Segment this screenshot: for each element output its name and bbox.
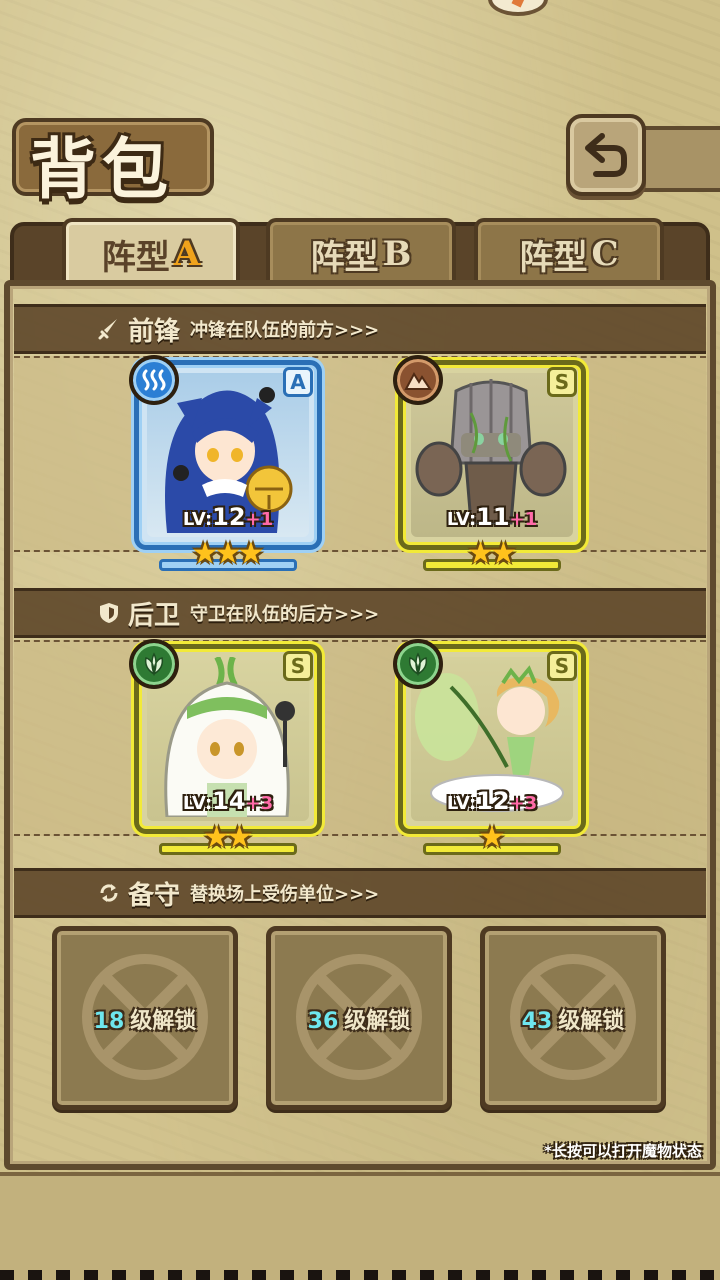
tab-letter: C — [591, 234, 619, 274]
rank-badge: S — [547, 367, 577, 397]
unit-level: LV:12+3 — [446, 787, 538, 815]
bottom-border — [0, 1172, 720, 1280]
unlock-requirement: 36 级解锁 — [307, 1009, 411, 1034]
tab-letter: A — [173, 234, 201, 274]
tab-label: 阵型 — [101, 237, 170, 278]
shield-icon — [96, 600, 122, 626]
nature-element-icon — [129, 639, 179, 689]
section-title: 前锋 — [128, 316, 181, 347]
tab-label: 阵型 — [519, 237, 588, 278]
section-header-reserve: 备守 替换场上受伤单位>>> — [14, 868, 706, 918]
section-title: 备守 — [128, 880, 181, 911]
rank-badge: A — [283, 367, 313, 397]
unit-card-2[interactable]: S LV:11+1 ★ ★ — [393, 355, 586, 571]
star-icon: ★ — [237, 536, 265, 571]
reserve-slot-2[interactable]: 36 级解锁 — [266, 926, 452, 1110]
unit-card-3[interactable]: S LV:14+3 ★ ★ — [129, 639, 322, 855]
rank-badge: S — [547, 651, 577, 681]
unit-level: LV:11+1 — [446, 503, 538, 531]
section-header-front: 前锋 冲锋在队伍的前方>>> — [14, 304, 706, 354]
star-icon: ★ — [490, 536, 517, 571]
long-press-hint: *长按可以打开魔物状态 — [544, 1142, 702, 1160]
tab-formation-a[interactable]: 阵型 A — [62, 218, 240, 286]
unit-level: LV:12+1 — [182, 503, 274, 531]
star-icon: ★ — [478, 820, 506, 855]
section-header-rear: 后卫 守卫在队伍的后方>>> — [14, 588, 706, 638]
star-rating: ★ ★ ★ — [139, 539, 317, 569]
tab-formation-b[interactable]: 阵型 B — [266, 218, 456, 286]
reserve-slot-3[interactable]: 43 级解锁 — [480, 926, 666, 1110]
tab-formation-c[interactable]: 阵型 C — [474, 218, 664, 286]
unlock-requirement: 18 级解锁 — [93, 1009, 197, 1034]
star-rating: ★ — [403, 823, 581, 853]
star-icon: ★ — [226, 820, 253, 855]
section-subtitle: 替换场上受伤单位>>> — [190, 884, 380, 905]
star-rating: ★ ★ — [403, 539, 581, 569]
tab-label: 阵型 — [310, 237, 379, 278]
reserve-slot-1[interactable]: 18 级解锁 — [52, 926, 238, 1110]
return-arrow-icon — [585, 133, 627, 177]
rear-row — [14, 640, 706, 836]
page-title: 背包 — [30, 130, 174, 208]
front-row — [14, 356, 706, 552]
unlock-requirement: 43 级解锁 — [521, 1009, 625, 1034]
back-button[interactable] — [566, 114, 646, 196]
swap-arrows-icon — [96, 880, 122, 906]
unit-card-4[interactable]: S LV:12+3 ★ — [393, 639, 586, 855]
earth-element-icon — [393, 355, 443, 405]
tab-letter: B — [382, 234, 412, 274]
rank-badge: S — [283, 651, 313, 681]
section-subtitle: 冲锋在队伍的前方>>> — [190, 320, 380, 341]
star-rating: ★ ★ — [139, 823, 317, 853]
section-subtitle: 守卫在队伍的后方>>> — [190, 604, 380, 625]
water-element-icon — [129, 355, 179, 405]
section-title: 后卫 — [128, 600, 181, 631]
nature-element-icon — [393, 639, 443, 689]
unit-level: LV:14+3 — [182, 787, 274, 815]
top-menu-badge — [488, 0, 548, 16]
sword-icon — [96, 316, 122, 342]
unit-card-1[interactable]: A LV:12+1 ★ ★ ★ — [129, 355, 322, 571]
